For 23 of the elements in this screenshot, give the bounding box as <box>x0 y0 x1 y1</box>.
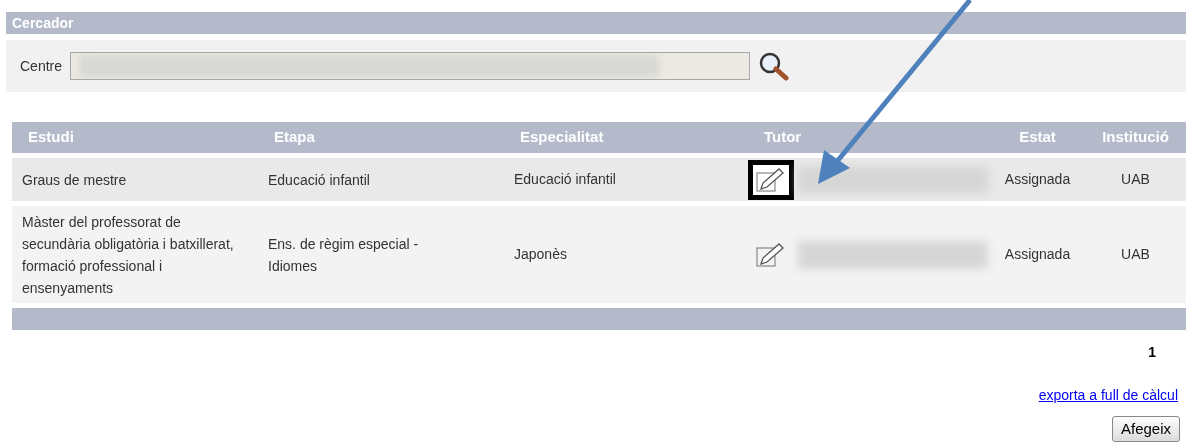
column-header: Estudi <box>28 127 74 148</box>
table-cell-text: UAB <box>1121 170 1150 189</box>
column-header: Estat <box>1019 127 1056 148</box>
page-number[interactable]: 1 <box>1148 342 1156 363</box>
table-cell: Ens. de règim especial - Idiomes <box>268 235 419 274</box>
add-button[interactable]: Afegeix <box>1111 416 1180 442</box>
column-header: Etapa <box>274 127 315 148</box>
table-cell: Graus de mestre <box>22 171 127 188</box>
centre-field[interactable] <box>70 52 751 80</box>
table-cell: Japonès <box>514 246 567 262</box>
table-cell: Educació infantil <box>268 171 370 188</box>
export-link[interactable]: exporta a full de càlcul <box>1038 385 1178 406</box>
table-cell-text: Assignada <box>1004 245 1071 264</box>
column-header: Institució <box>1102 127 1169 148</box>
table-cell: Educació infantil <box>514 171 616 187</box>
table-cell: Màster del professorat de secundària obligatòria i batxillerat, formació professional i ensenyaments <box>22 213 234 296</box>
table-cell-text: Assignada <box>1004 170 1071 189</box>
section-header: Cercador <box>6 12 1186 34</box>
column-header: Tutor <box>764 127 802 148</box>
table-cell-text: UAB <box>1121 245 1150 264</box>
search-icon[interactable] <box>758 51 791 81</box>
field-label: Centre <box>20 56 63 76</box>
column-header: Especialitat <box>520 127 604 148</box>
